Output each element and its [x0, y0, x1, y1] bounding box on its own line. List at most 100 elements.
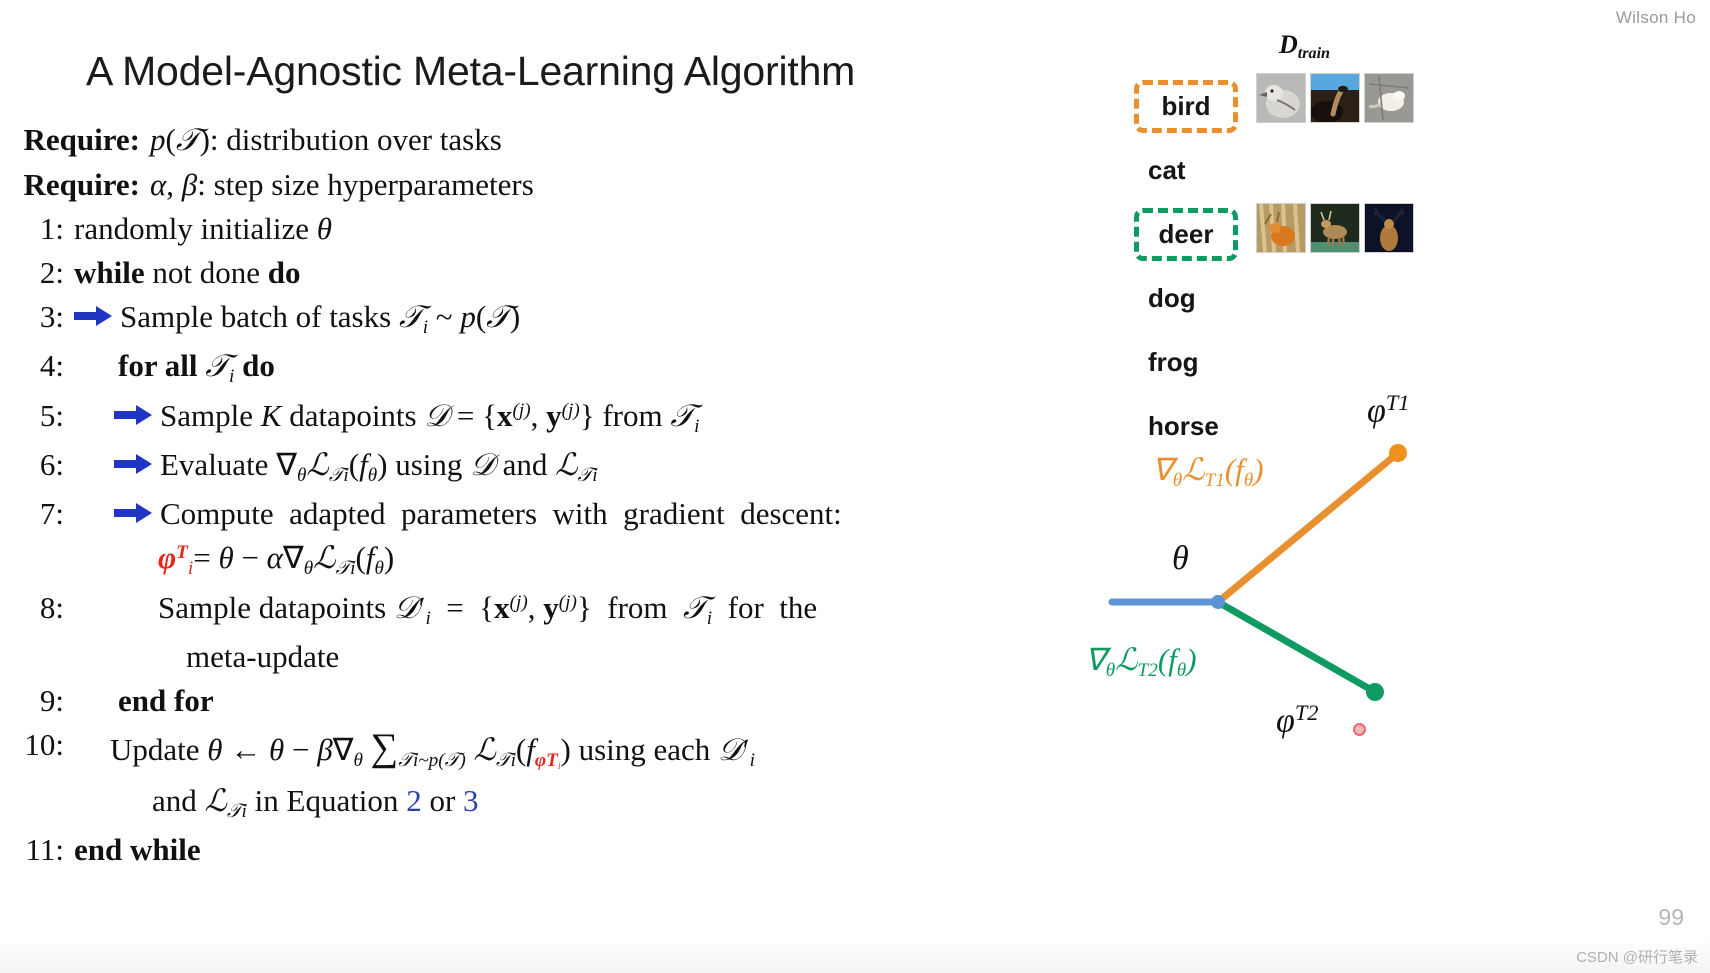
paren-f: (f [1157, 642, 1177, 677]
algorithm-line-7-continued: φTi= θ − α∇θℒ𝒯i(fθ) [12, 542, 1052, 578]
nabla-subscript: θ [1105, 660, 1116, 682]
line-number: 5: [39, 397, 64, 433]
theta-point [1211, 595, 1225, 609]
phi-glyph: φ [1367, 392, 1386, 430]
footer-band [0, 939, 1710, 973]
diagram-paths [1108, 444, 1407, 701]
blue-arrow-icon [114, 503, 154, 524]
line-text: for all 𝒯i do [118, 348, 275, 388]
class-row-bird: bird [1134, 74, 1258, 138]
line-number: 2: [39, 255, 64, 290]
page-number: 99 [1658, 904, 1684, 930]
dataset-title: Dtrain [1279, 30, 1330, 63]
nabla-glyph: ∇ [1085, 642, 1106, 677]
require-text-1: p(𝒯): distribution over tasks [150, 122, 502, 158]
line-text: randomly initialize θ [74, 211, 332, 246]
cursor-pointer [1353, 723, 1366, 736]
slide-canvas: Wilson Ho A Model-Agnostic Meta-Learning… [0, 0, 1710, 973]
line-text: and ℒ𝒯i in Equation 2 or 3 [152, 782, 479, 822]
phi-task1-superscript: T1 [1385, 390, 1410, 415]
line-text: Evaluate ∇θℒ𝒯i(fθ) using 𝒟 and ℒ𝒯i [74, 449, 1052, 485]
require-label-1: Require: [23, 122, 140, 157]
line-number: 7: [39, 496, 64, 532]
paren-close: ) [1186, 642, 1197, 677]
line-text: Sample datapoints 𝒟′i = {x(j), y(j)} fro… [158, 589, 818, 629]
phi-task1-label: φT1 [1367, 390, 1410, 431]
line-number: 11: [25, 832, 64, 868]
thumbnail-bird-1 [1256, 73, 1306, 123]
line-text: end for [118, 683, 214, 719]
line-number: 4: [39, 348, 64, 384]
f-subscript: θ [1243, 470, 1254, 492]
loss-glyph: ℒ [1115, 642, 1138, 678]
blue-arrow-icon [114, 404, 154, 425]
algorithm-block: Require: p(𝒯): distribution over tasks R… [12, 124, 1052, 878]
loss-task-subscript: T2 [1137, 660, 1158, 682]
paren-close: ) [1253, 452, 1264, 487]
loss-task-subscript: T1 [1204, 470, 1225, 492]
algorithm-line-3: 3: Sample batch of tasks 𝒯i ~ p(𝒯) [12, 301, 1052, 337]
line-text: Compute adapted parameters with gradient… [74, 498, 1052, 529]
require-label-2: Require: [23, 167, 140, 202]
algorithm-line-5: 5: Sample K datapoints 𝒟 = {x(j), y(j)} … [12, 400, 1052, 436]
phi-task1-point [1389, 444, 1407, 462]
nabla-subscript: θ [1172, 470, 1183, 492]
thumbnail-deer-3 [1364, 203, 1414, 253]
class-row-cat: cat [1148, 138, 1258, 202]
blue-arrow-icon [114, 454, 154, 475]
loss-glyph: ℒ [1182, 452, 1205, 488]
theta-label: θ [1172, 540, 1189, 577]
phi-task2-label: φT2 [1276, 700, 1319, 741]
paren-f: (f [1224, 452, 1244, 487]
algorithm-line-1: 1: randomly initialize θ [12, 213, 1052, 244]
algorithm-line-2: 2: while not done do [12, 257, 1052, 288]
thumbnail-row-bird [1256, 73, 1414, 123]
algorithm-line-10: 10: Update θ ← θ − β∇θ ∑𝒯i~p(𝒯) ℒ𝒯i(fφTi… [12, 726, 1052, 773]
line-text: while not done do [74, 255, 301, 290]
line-text: Update θ ← θ − β∇θ ∑𝒯i~p(𝒯) ℒ𝒯i(fφTi) us… [110, 726, 755, 773]
algorithm-line-11: 11: end while [12, 834, 1052, 865]
dataset-title-main: D [1279, 30, 1298, 59]
line-text: meta-update [186, 639, 340, 675]
equation-ref-3[interactable]: 3 [463, 783, 479, 818]
page-title: A Model-Agnostic Meta-Learning Algorithm [86, 48, 856, 94]
gradient-task2-line [1214, 598, 1379, 696]
class-label-deer[interactable]: deer [1134, 207, 1238, 261]
thumbnail-row-deer [1256, 203, 1414, 253]
line-text: φTi= θ − α∇θℒ𝒯i(fθ) [158, 540, 395, 580]
f-subscript: θ [1176, 660, 1187, 682]
phi-task2-point [1366, 683, 1384, 701]
line-number: 6: [39, 447, 64, 483]
watermark-text: CSDN @研行笔录 [1576, 949, 1698, 966]
algorithm-require-row: Require: α, β: step size hyperparameters [12, 169, 1052, 200]
algorithm-require-row: Require: p(𝒯): distribution over tasks [12, 124, 1052, 156]
algorithm-line-8: 8: Sample datapoints 𝒟′i = {x(j), y(j)} … [12, 592, 1052, 628]
thumbnail-bird-3 [1364, 73, 1414, 123]
nabla-glyph: ∇ [1152, 452, 1173, 487]
line-number: 1: [39, 211, 64, 246]
class-label-dog[interactable]: dog [1148, 277, 1210, 320]
line-text: Sample batch of tasks 𝒯i ~ p(𝒯) [74, 301, 1052, 337]
line-number: 3: [39, 299, 64, 334]
equation-ref-2[interactable]: 2 [406, 783, 422, 818]
class-row-dog: dog [1148, 266, 1258, 330]
thumbnail-deer-1 [1256, 203, 1306, 253]
line-number: 9: [39, 683, 64, 719]
line-text: Sample K datapoints 𝒟 = {x(j), y(j)} fro… [74, 400, 1052, 436]
line-number: 8: [39, 589, 64, 625]
class-label-bird[interactable]: bird [1134, 79, 1238, 133]
require-text-2: α, β: step size hyperparameters [150, 167, 534, 202]
phi-task2-superscript: T2 [1294, 700, 1319, 725]
gradient-task2-label: ∇θℒT2(fθ) [1085, 642, 1197, 682]
class-label-frog[interactable]: frog [1148, 341, 1213, 384]
gradient-task1-label: ∇θℒT1(fθ) [1152, 452, 1264, 492]
algorithm-line-10-continued: and ℒ𝒯i in Equation 2 or 3 [12, 785, 1052, 821]
presenter-name: Wilson Ho [1615, 8, 1696, 27]
phi-glyph: φ [1276, 702, 1295, 740]
thumbnail-deer-2 [1310, 203, 1360, 253]
class-row-deer: deer [1134, 202, 1258, 266]
line-text: end while [74, 832, 201, 868]
class-label-cat[interactable]: cat [1148, 149, 1200, 192]
algorithm-line-9: 9: end for [12, 685, 1052, 716]
algorithm-line-6: 6: Evaluate ∇θℒ𝒯i(fθ) using 𝒟 and ℒ𝒯i [12, 449, 1052, 485]
